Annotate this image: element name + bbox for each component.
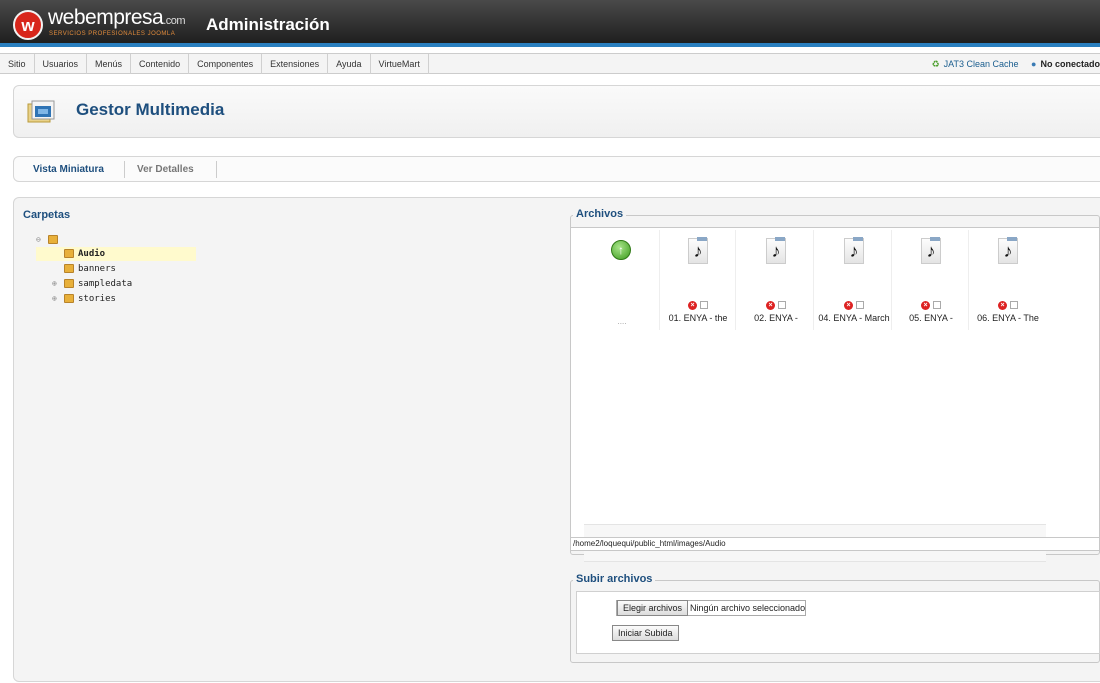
current-path: /home2/loquequi/public_html/images/Audio: [570, 537, 1100, 551]
expander-icon[interactable]: ⊕: [52, 292, 64, 306]
file-item[interactable]: ♪ × 06. ENYA - The: [970, 230, 1046, 330]
file-actions: ×: [893, 300, 969, 311]
menu-status-area: ♻ JAT3 Clean Cache ● No conectado: [932, 54, 1100, 74]
file-actions: ×: [816, 300, 892, 311]
expander-icon[interactable]: ⊖: [36, 233, 48, 247]
delete-icon[interactable]: ×: [766, 300, 775, 310]
delete-icon[interactable]: ×: [844, 300, 853, 310]
file-name: 06. ENYA - The: [977, 313, 1039, 323]
file-select-checkbox[interactable]: [933, 301, 941, 310]
file-select-checkbox[interactable]: [778, 301, 786, 310]
menu-item-componentes[interactable]: Componentes: [189, 54, 263, 74]
menu-item-sitio[interactable]: Sitio: [0, 54, 35, 74]
file-type-tag: [775, 237, 785, 241]
page-title: Gestor Multimedia: [76, 100, 225, 119]
logo-tagline: SERVICIOS PROFESIONALES JOOMLA: [49, 31, 176, 37]
folder-icon: [48, 235, 58, 244]
upload-heading: Subir archivos: [573, 573, 656, 585]
file-name: 02. ENYA -: [754, 313, 798, 323]
file-item-up[interactable]: ↑ ....: [584, 230, 660, 330]
media-manager-icon: [27, 100, 55, 123]
logo-text: webempresa.com: [48, 6, 186, 29]
file-select-checkbox[interactable]: [700, 301, 708, 310]
tree-root[interactable]: ⊖: [36, 233, 62, 247]
file-actions: ×: [738, 300, 814, 311]
file-select-checkbox[interactable]: [856, 301, 864, 310]
tree-item-label: banners: [78, 264, 116, 274]
file-browser: ↑ .... ♪ × 01. ENYA - the ♪ × 02. ENYA -…: [570, 227, 1100, 562]
recycle-icon: ♻: [931, 59, 940, 69]
file-item[interactable]: ♪ × 04. ENYA - March: [816, 230, 892, 330]
file-name: 04. ENYA - March: [818, 313, 890, 323]
tree-item-label: stories: [78, 294, 116, 304]
menu-item-usuarios[interactable]: Usuarios: [35, 54, 88, 74]
expander-icon[interactable]: ⊕: [52, 277, 64, 291]
file-name: ....: [617, 317, 627, 326]
folder-icon: [64, 249, 74, 258]
files-heading: Archivos: [573, 208, 627, 220]
webempresa-logo-icon: w: [13, 10, 43, 40]
menu-item-contenido[interactable]: Contenido: [131, 54, 190, 74]
file-type-tag: [1007, 237, 1017, 241]
admin-header: w webempresa.com SERVICIOS PROFESIONALES…: [0, 0, 1100, 47]
folder-icon: [64, 264, 74, 273]
main-menu-bar: Sitio Usuarios Menús Contenido Component…: [0, 53, 1100, 74]
delete-icon[interactable]: ×: [921, 300, 930, 310]
audio-file-icon[interactable]: ♪: [998, 238, 1018, 264]
file-type-tag: [930, 237, 940, 241]
delete-icon[interactable]: ×: [998, 300, 1007, 310]
tree-item-stories[interactable]: ⊕ stories: [52, 292, 116, 306]
tab-divider: [216, 161, 217, 178]
users-icon: ●: [1031, 59, 1037, 69]
file-item[interactable]: ♪ × 02. ENYA -: [738, 230, 814, 330]
file-actions: ×: [970, 300, 1046, 311]
file-select-checkbox[interactable]: [1010, 301, 1018, 310]
tab-divider: [124, 161, 125, 178]
tree-item-audio[interactable]: Audio: [36, 247, 196, 261]
file-item[interactable]: ♪ × 01. ENYA - the: [660, 230, 736, 330]
folder-icon: [64, 294, 74, 303]
file-actions: ×: [660, 300, 736, 311]
tree-item-sampledata[interactable]: ⊕ sampledata: [52, 277, 132, 291]
choose-files-button[interactable]: Elegir archivos: [617, 600, 689, 616]
tree-item-label: Audio: [78, 249, 106, 259]
connection-status: No conectado: [1040, 59, 1100, 69]
jat3-clean-cache-link[interactable]: JAT3 Clean Cache: [944, 54, 1019, 74]
folders-heading: Carpetas: [23, 209, 71, 221]
audio-file-icon[interactable]: ♪: [921, 238, 941, 264]
audio-file-icon[interactable]: ♪: [766, 238, 786, 264]
view-tabs: Vista Miniatura Ver Detalles: [13, 156, 1100, 182]
folder-icon: [64, 279, 74, 288]
no-file-selected-text: Ningún archivo seleccionado: [690, 603, 806, 613]
menu-item-ayuda[interactable]: Ayuda: [328, 54, 371, 74]
file-name: 01. ENYA - the: [668, 313, 728, 323]
file-item[interactable]: ♪ × 05. ENYA -: [893, 230, 969, 330]
admin-title: Administración: [206, 15, 330, 34]
tab-details-view[interactable]: Ver Detalles: [137, 164, 194, 175]
tree-item-label: sampledata: [78, 279, 133, 289]
menu-item-menus[interactable]: Menús: [87, 54, 132, 74]
page-header-panel: Gestor Multimedia: [13, 85, 1100, 138]
audio-file-icon[interactable]: ♪: [844, 238, 864, 264]
file-type-tag: [853, 237, 863, 241]
audio-file-icon[interactable]: ♪: [688, 238, 708, 264]
menu-item-virtuemart[interactable]: VirtueMart: [371, 54, 429, 74]
start-upload-button[interactable]: Iniciar Subida: [612, 625, 679, 641]
file-name: 05. ENYA -: [909, 313, 953, 323]
tree-item-banners[interactable]: banners: [64, 262, 116, 276]
tab-thumbnail-view[interactable]: Vista Miniatura: [33, 164, 104, 175]
file-type-tag: [697, 237, 707, 241]
folder-up-icon[interactable]: ↑: [611, 240, 631, 260]
delete-icon[interactable]: ×: [688, 300, 697, 310]
menu-item-extensiones[interactable]: Extensiones: [262, 54, 329, 74]
